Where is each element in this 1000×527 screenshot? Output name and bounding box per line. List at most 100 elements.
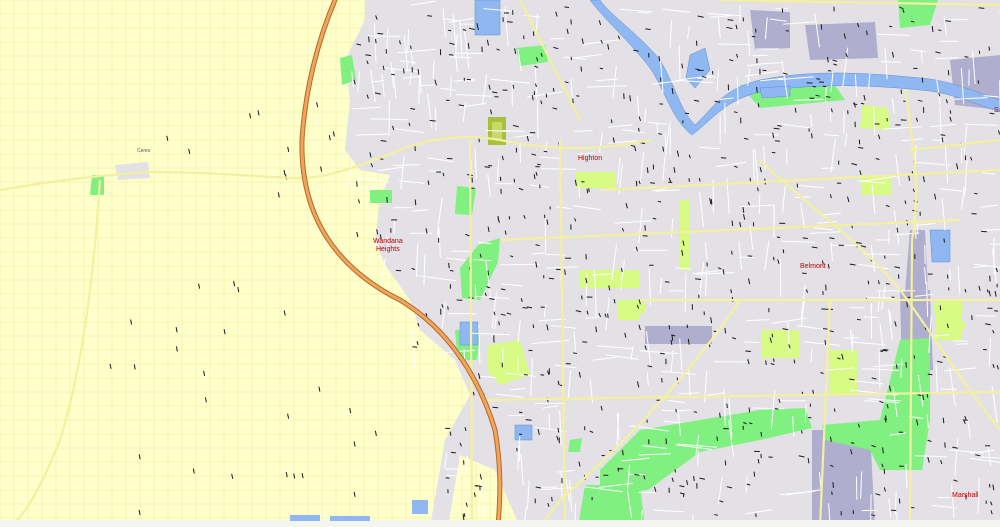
- street-name-tick: [586, 188, 589, 194]
- street-name-tick: [582, 341, 588, 343]
- street-name-tick: [660, 352, 665, 355]
- city-map[interactable]: Highton Wandana Heights Belmont Marshall …: [0, 0, 1000, 527]
- street-name-tick: [492, 406, 499, 409]
- street-name-tick: [773, 358, 775, 362]
- street-name-tick: [537, 163, 541, 166]
- street-name-tick: [785, 30, 789, 32]
- street-name-tick: [498, 321, 500, 326]
- street-name-tick: [552, 87, 555, 92]
- street-name-tick: [487, 270, 489, 276]
- street: [793, 99, 825, 101]
- street-name-tick: [773, 256, 775, 261]
- street-name-tick: [581, 295, 583, 300]
- street-name-tick: [866, 30, 868, 36]
- street-name-tick: [675, 408, 677, 413]
- street: [924, 245, 926, 264]
- street-name-tick: [774, 408, 779, 410]
- street-name-tick: [640, 142, 646, 144]
- street-name-tick: [448, 262, 450, 269]
- street-name-tick: [668, 325, 671, 330]
- street-name-tick: [698, 178, 701, 182]
- street: [916, 221, 919, 235]
- street-name-tick: [765, 360, 767, 365]
- street-name-tick: [450, 451, 456, 454]
- street-name-tick: [445, 477, 450, 479]
- suburb-label-edge: S: [994, 107, 999, 114]
- street-name-tick: [664, 281, 670, 283]
- street-name-tick: [652, 217, 657, 220]
- street-name-tick: [731, 250, 733, 255]
- street-name-tick: [684, 112, 690, 115]
- street-name-tick: [986, 289, 989, 293]
- street: [804, 404, 807, 423]
- street-name-tick: [658, 133, 662, 135]
- street-name-tick: [646, 167, 649, 174]
- street-name-tick: [716, 436, 718, 441]
- street-name-tick: [693, 476, 695, 482]
- street: [684, 272, 687, 312]
- street: [519, 143, 521, 163]
- street-name-tick: [450, 270, 454, 272]
- street-name-tick: [745, 350, 751, 352]
- street-name-tick: [833, 408, 836, 412]
- locality-label-ceres: Ceres: [137, 148, 151, 154]
- street-name-tick: [939, 305, 942, 311]
- street-name-tick: [816, 78, 821, 80]
- street-name-tick: [802, 237, 808, 239]
- street-name-tick: [856, 318, 861, 321]
- street-name-tick: [595, 326, 597, 333]
- street-name-tick: [410, 45, 412, 50]
- street-name-tick: [564, 6, 570, 8]
- street-name-tick: [793, 359, 796, 364]
- street-name-tick: [940, 134, 946, 136]
- street: [500, 263, 540, 266]
- street-name-tick: [580, 66, 582, 72]
- street-name-tick: [885, 415, 887, 421]
- street-name-tick: [622, 449, 624, 456]
- street-name-tick: [978, 7, 985, 9]
- street-name-tick: [989, 483, 991, 488]
- street-name-tick: [719, 412, 721, 418]
- street: [779, 259, 782, 297]
- street-name-tick: [356, 181, 358, 187]
- street-name-tick: [927, 373, 933, 376]
- street: [661, 409, 685, 412]
- street-name-tick: [731, 220, 734, 226]
- street-name-tick: [867, 280, 870, 285]
- street-name-tick: [753, 471, 756, 477]
- street-name-tick: [730, 289, 732, 294]
- street-name-tick: [801, 430, 803, 434]
- street-name-tick: [724, 327, 727, 334]
- map-canvas[interactable]: [0, 0, 1000, 527]
- street-name-tick: [882, 447, 884, 454]
- suburb-label-line: Heights: [375, 246, 400, 253]
- street-name-tick: [607, 313, 609, 319]
- street-name-tick: [484, 166, 490, 168]
- street-name-tick: [429, 120, 436, 122]
- street-name-tick: [906, 301, 908, 308]
- street-name-tick: [811, 133, 813, 139]
- street-name-tick: [831, 491, 833, 496]
- street: [775, 7, 788, 10]
- street-name-tick: [942, 417, 945, 424]
- street-name-tick: [472, 391, 475, 396]
- street-name-tick: [548, 277, 555, 280]
- street-name-tick: [467, 43, 470, 49]
- street-name-tick: [827, 56, 829, 63]
- street: [880, 61, 902, 63]
- street-name-tick: [414, 199, 417, 206]
- street: [717, 43, 751, 46]
- street-name-tick: [977, 80, 980, 84]
- street-name-tick: [532, 324, 535, 329]
- street-name-tick: [573, 352, 577, 354]
- street-name-tick: [379, 158, 384, 160]
- street-name-tick: [638, 127, 640, 132]
- street: [758, 193, 761, 215]
- street-name-tick: [545, 93, 548, 98]
- street-name-tick: [776, 236, 781, 238]
- street-name-tick: [949, 110, 952, 114]
- street-name-tick: [964, 56, 969, 58]
- street-name-tick: [820, 24, 823, 30]
- street-name-tick: [588, 188, 590, 193]
- street-name-tick: [756, 86, 758, 93]
